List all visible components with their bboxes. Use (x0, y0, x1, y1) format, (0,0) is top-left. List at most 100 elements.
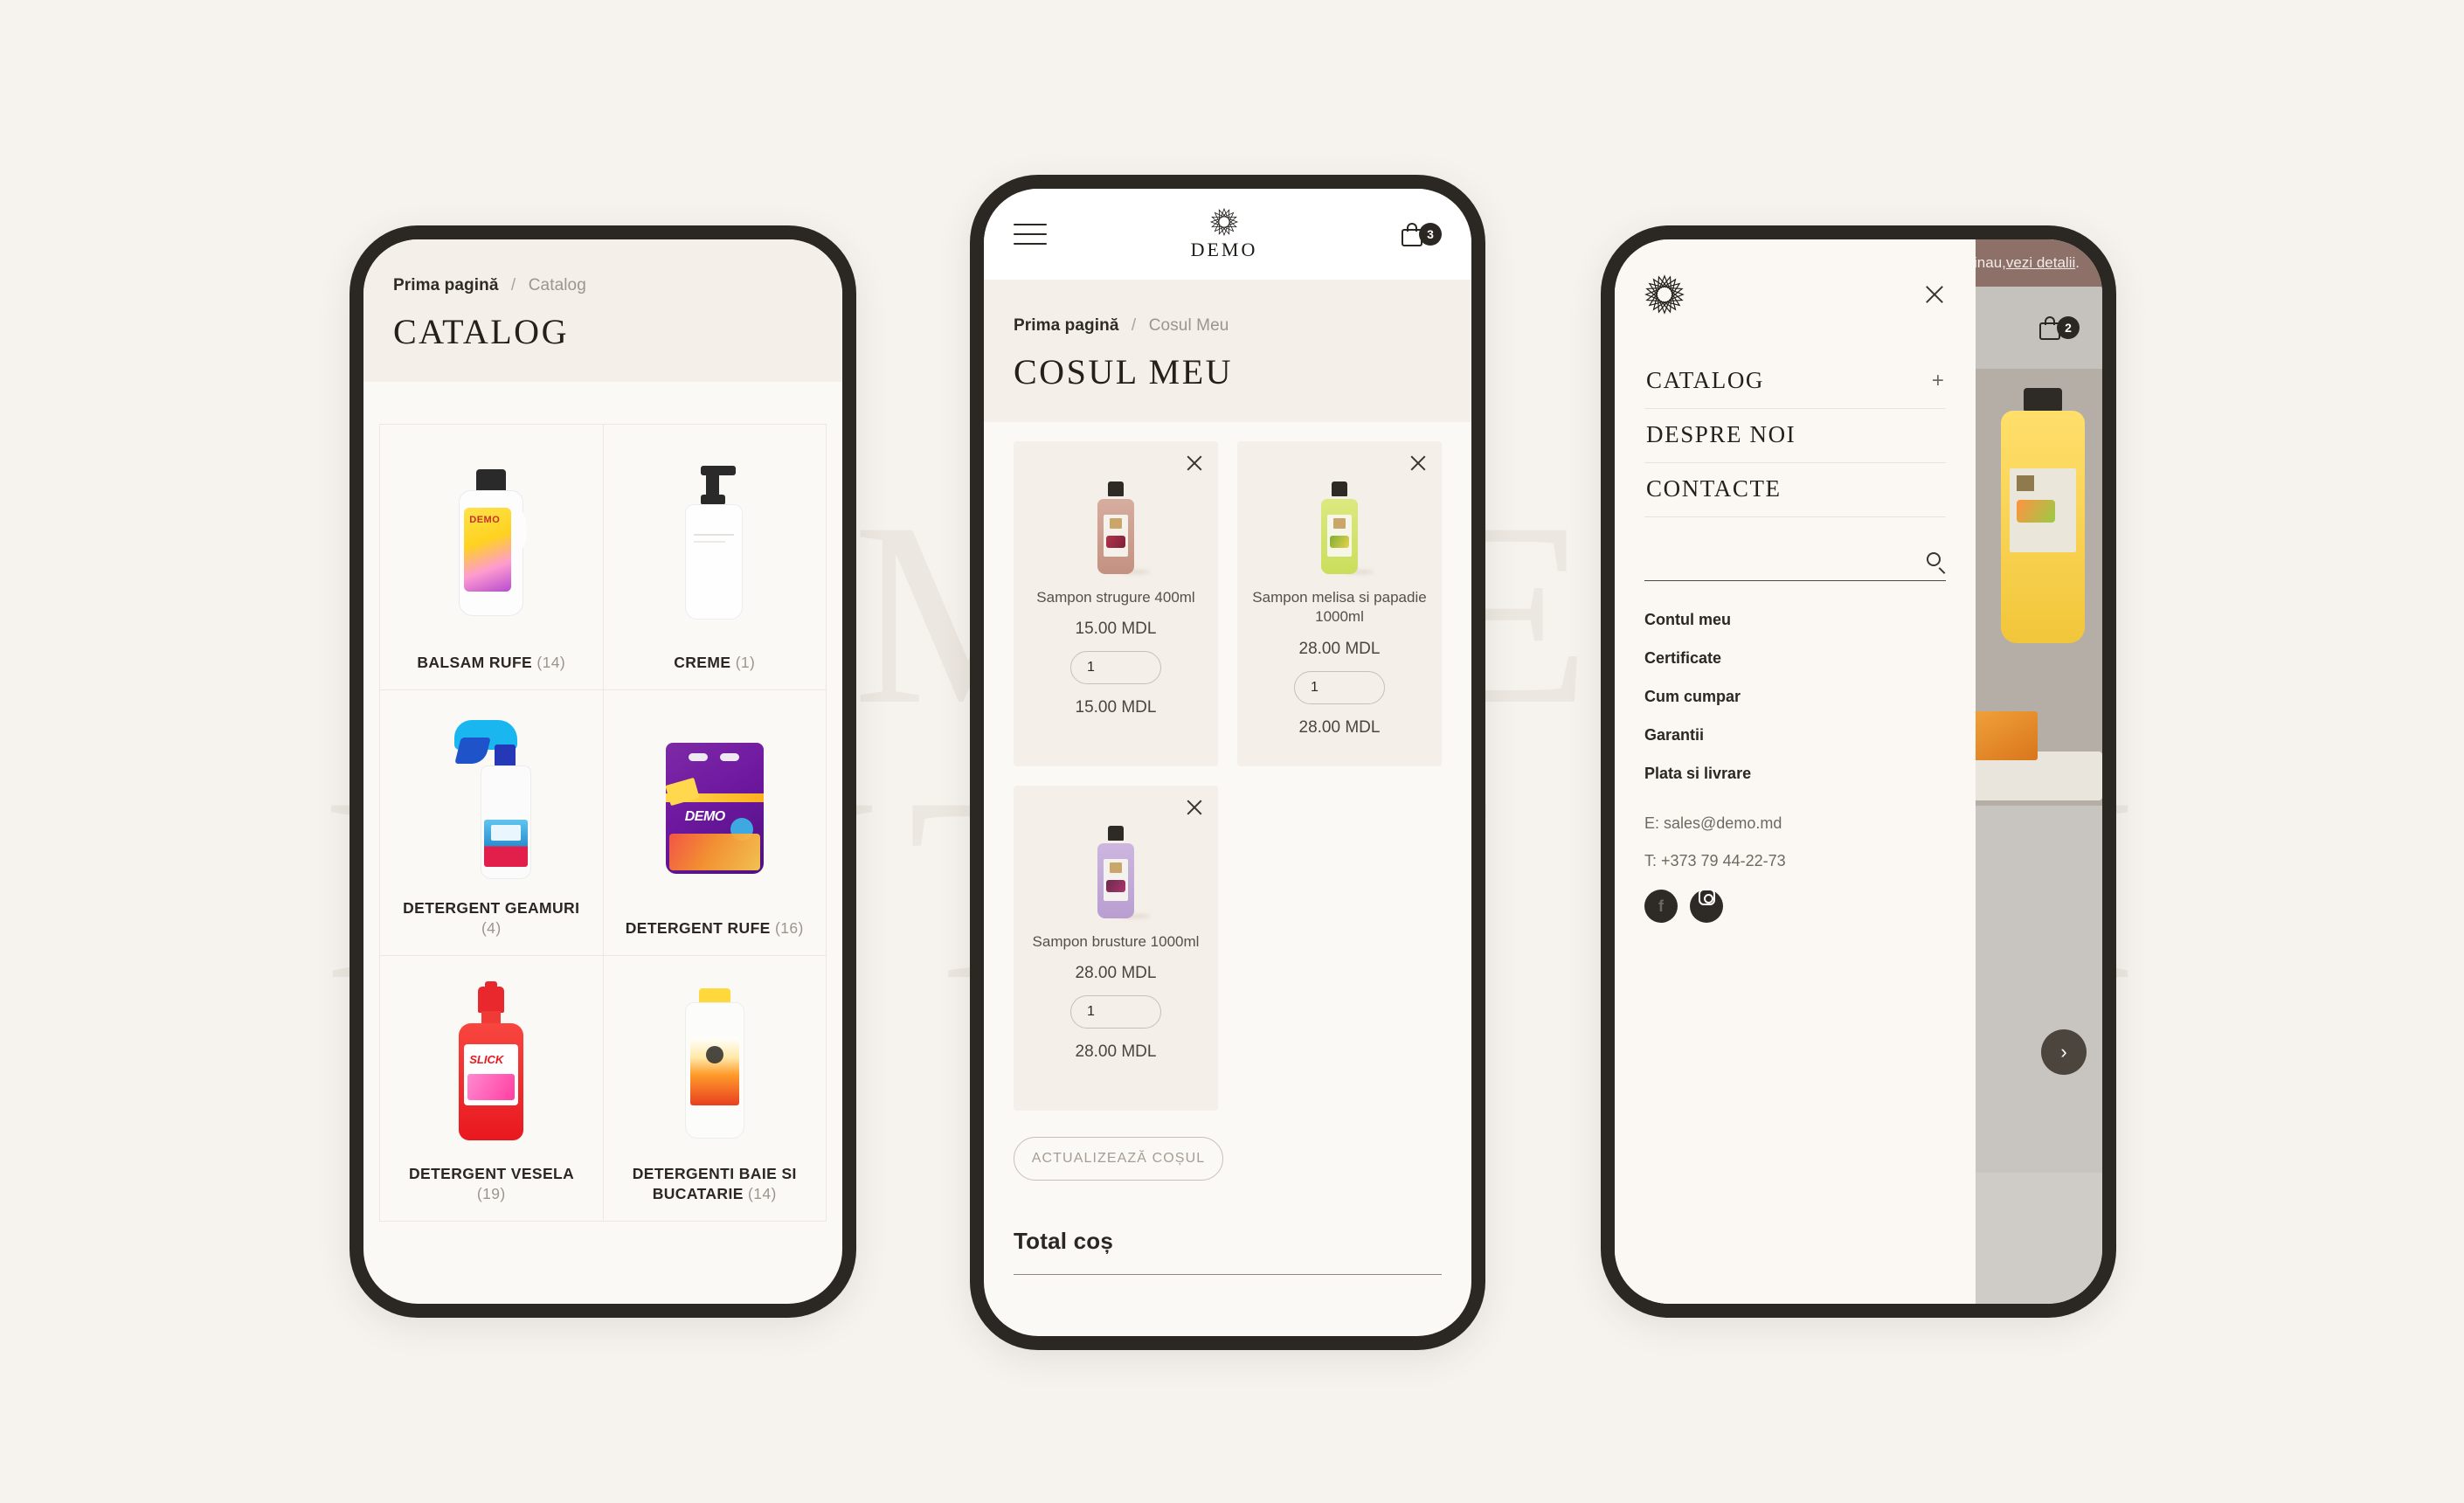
remove-item-button[interactable] (1408, 454, 1428, 473)
category-card-creme[interactable]: CREME (1) (603, 425, 827, 690)
category-card-detergenti-baie-si-bucatarie[interactable]: DETERGENTI BAIE SI BUCATARIE (14) (603, 956, 827, 1222)
category-name: DETERGENT RUFE (625, 919, 771, 938)
star-burst-logo-icon[interactable] (1644, 274, 1685, 315)
cart-grid-empty-slot (1237, 786, 1442, 1111)
page-title: CATALOG (393, 312, 569, 351)
category-count: (14) (536, 654, 566, 672)
plus-icon[interactable]: + (1932, 370, 1944, 391)
category-count: (14) (748, 1185, 777, 1203)
social-links: f (1644, 888, 1946, 942)
search-icon[interactable] (1926, 552, 1946, 574)
category-label: DETERGENT VESELA (19) (389, 1155, 594, 1207)
product-name: Sampon melisa si papadie 1000ml (1252, 589, 1427, 626)
search-field[interactable] (1644, 552, 1946, 581)
quantity-input[interactable]: 1 (1294, 670, 1385, 704)
quantity-input[interactable]: 1 (1070, 995, 1161, 1029)
contact-phone[interactable]: T: +373 79 44-22-73 (1644, 852, 1946, 870)
cart-screen: DEMO 3 Prima pagină / Cosul Meu COSUL ME… (984, 189, 1471, 1336)
category-image (389, 706, 594, 890)
link-garantii[interactable]: Garantii (1644, 726, 1946, 745)
category-label: BALSAM RUFE (14) (413, 644, 569, 675)
hamburger-icon[interactable] (1014, 216, 1047, 253)
link-cum-cumpar[interactable]: Cum cumpar (1644, 688, 1946, 706)
category-image: DEMO (389, 440, 594, 644)
facebook-icon[interactable]: f (1644, 890, 1678, 923)
remove-item-button[interactable] (1185, 798, 1204, 817)
cart-item: Sampon strugure 400ml 15.00 MDL 1 15.00 … (1014, 441, 1218, 766)
product-thumbnail (1319, 476, 1374, 574)
breadcrumb-separator: / (1131, 316, 1137, 335)
update-cart-button[interactable]: ACTUALIZEAZĂ COȘUL (1014, 1137, 1223, 1181)
shopping-bag-icon (2039, 315, 2060, 340)
star-burst-logo-icon (1209, 207, 1239, 237)
close-icon[interactable] (1923, 283, 1946, 306)
contact-email[interactable]: E: sales@demo.md (1644, 814, 1946, 833)
link-certificate[interactable]: Certificate (1644, 649, 1946, 668)
product-price: 28.00 MDL (1075, 964, 1157, 983)
menu-item-label: CATALOG (1646, 367, 1765, 393)
cart-item: Sampon melisa si papadie 1000ml 28.00 MD… (1237, 441, 1442, 766)
category-label: DETERGENT GEAMURI (4) (389, 890, 594, 941)
product-name: Sampon brusture 1000ml (1032, 933, 1200, 950)
catalog-header: Prima pagină / Catalog CATALOG (363, 239, 842, 382)
category-name: BALSAM RUFE (417, 654, 533, 672)
menu-main-nav: CATALOG + DESPRE NOI CONTACTE (1644, 355, 1946, 517)
menu-item-label: CONTACTE (1646, 475, 1782, 502)
link-contul-meu[interactable]: Contul meu (1644, 611, 1946, 629)
divider (1014, 1274, 1442, 1275)
instagram-icon[interactable] (1690, 888, 1723, 923)
product-thumbnail (1096, 476, 1150, 574)
menu-item-catalog[interactable]: CATALOG + (1644, 355, 1946, 409)
white-pump-bottle-icon (682, 465, 748, 620)
category-card-detergent-rufe[interactable]: DEMO DETERGENT RUFE (16) (603, 690, 827, 956)
background-cart-button[interactable]: 2 (2039, 315, 2080, 340)
product-subtotal: 15.00 MDL (1075, 698, 1157, 717)
link-plata-si-livrare[interactable]: Plata si livrare (1644, 765, 1946, 783)
brand-name: DEMO (1190, 239, 1258, 260)
phone-mockup-cart: DEMO 3 Prima pagină / Cosul Meu COSUL ME… (970, 175, 1485, 1350)
menu-drawer-header (1644, 274, 1946, 315)
category-card-balsam-rufe[interactable]: DEMO BALSAM RUFE (14) (380, 425, 604, 690)
breadcrumb-home[interactable]: Prima pagină (393, 276, 499, 294)
blue-spray-bottle-icon (449, 717, 533, 879)
product-price: 15.00 MDL (1075, 620, 1157, 639)
category-count: (4) (481, 919, 502, 938)
category-card-detergent-geamuri[interactable]: DETERGENT GEAMURI (4) (380, 690, 604, 956)
shampoo-bottle-icon (1096, 826, 1150, 918)
product-price: 28.00 MDL (1298, 639, 1381, 658)
phone-mockup-menu: sinau, vezi detalii. 2 ri, tri!! ect i. (1601, 225, 2116, 1318)
category-count: (16) (775, 919, 804, 938)
category-image: DEMO (613, 706, 818, 910)
category-name: DETERGENT GEAMURI (403, 898, 580, 917)
menu-screen: sinau, vezi detalii. 2 ri, tri!! ect i. (1615, 239, 2102, 1304)
menu-item-contacte[interactable]: CONTACTE (1644, 463, 1946, 517)
cart-button[interactable]: 3 (1402, 222, 1442, 246)
category-grid: DEMO BALSAM RUFE (14) CREME (1) DETERGEN… (379, 424, 827, 1222)
remove-item-button[interactable] (1185, 454, 1204, 473)
carousel-next-button[interactable]: › (2041, 1029, 2087, 1075)
promo-link[interactable]: vezi detalii (2006, 254, 2075, 272)
menu-drawer: CATALOG + DESPRE NOI CONTACTE Contul meu… (1615, 239, 1976, 1304)
brand-logo[interactable]: DEMO (1191, 207, 1258, 261)
product-subtotal: 28.00 MDL (1298, 717, 1381, 737)
category-card-detergent-vesela[interactable]: SLICK DETERGENT VESELA (19) (380, 956, 604, 1222)
category-image: SLICK (389, 972, 594, 1155)
breadcrumb-home[interactable]: Prima pagină (1014, 316, 1119, 335)
breadcrumb-separator: / (510, 276, 516, 294)
product-thumbnail (1096, 821, 1150, 918)
product-subtotal: 28.00 MDL (1075, 1042, 1157, 1062)
cart-items-grid: Sampon strugure 400ml 15.00 MDL 1 15.00 … (984, 422, 1471, 1111)
cream-yellow-bottle-icon (683, 987, 746, 1139)
promo-tail: . (2075, 254, 2080, 271)
category-label: DETERGENT RUFE (16) (622, 910, 807, 941)
breadcrumb: Prima pagină / Cosul Meu (1014, 316, 1442, 336)
category-label: DETERGENTI BAIE SI BUCATARIE (14) (613, 1155, 818, 1207)
red-dish-soap-icon: SLICK (457, 980, 525, 1140)
softener-jug-icon: DEMO (453, 468, 529, 616)
search-input[interactable] (1644, 553, 1927, 571)
phone-mockup-catalog: Prima pagină / Catalog CATALOG DEMO BALS… (350, 225, 856, 1318)
shampoo-bottle-icon (1319, 481, 1374, 574)
quantity-input[interactable]: 1 (1070, 651, 1161, 685)
category-count: (1) (735, 654, 756, 672)
menu-item-despre-noi[interactable]: DESPRE NOI (1644, 409, 1946, 463)
